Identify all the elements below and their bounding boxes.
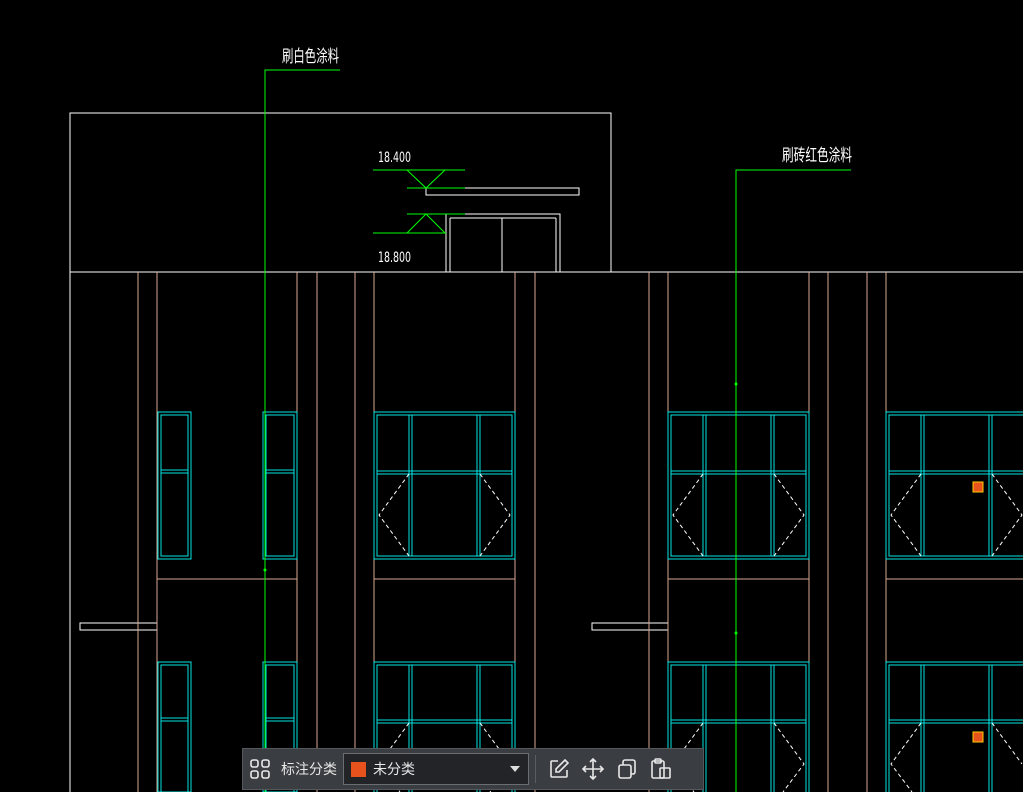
elevation-label-bottom: 18.800	[378, 250, 411, 266]
columns	[137, 272, 1023, 792]
chevron-down-icon	[510, 766, 520, 772]
annotation-toolbar: 标注分类 未分类	[242, 748, 704, 790]
snap-markers[interactable]	[972, 481, 984, 743]
move-icon	[581, 757, 605, 781]
annotation-brick-red-paint: 刷砖红色涂料	[782, 146, 852, 166]
annotation-white-paint: 刷白色涂料	[282, 47, 339, 67]
cad-drawing-canvas[interactable]: 刷白色涂料 刷砖红色涂料 18.400 18.800	[0, 0, 1023, 792]
category-select-value: 未分类	[373, 762, 415, 778]
grid-apps-icon	[250, 759, 270, 779]
leader-lines	[264, 69, 851, 792]
roof-structure	[69, 112, 1023, 792]
narrow-windows	[157, 411, 298, 792]
elevation-label-top: 18.400	[378, 150, 411, 166]
wide-windows-upper	[373, 411, 1023, 560]
leader-dots	[263, 382, 738, 635]
category-label: 标注分类	[281, 762, 337, 778]
category-color-swatch	[350, 760, 367, 778]
move-button[interactable]	[576, 752, 610, 786]
edit-button[interactable]	[542, 752, 576, 786]
copy-icon	[618, 759, 636, 779]
paste-button[interactable]	[644, 752, 678, 786]
toolbar-divider	[535, 755, 536, 783]
copy-button[interactable]	[610, 752, 644, 786]
grid-apps-button[interactable]	[243, 752, 277, 786]
paste-icon	[651, 758, 671, 779]
edit-icon	[550, 758, 570, 778]
category-select[interactable]: 未分类	[343, 753, 529, 785]
casement-dashes	[378, 473, 1023, 792]
